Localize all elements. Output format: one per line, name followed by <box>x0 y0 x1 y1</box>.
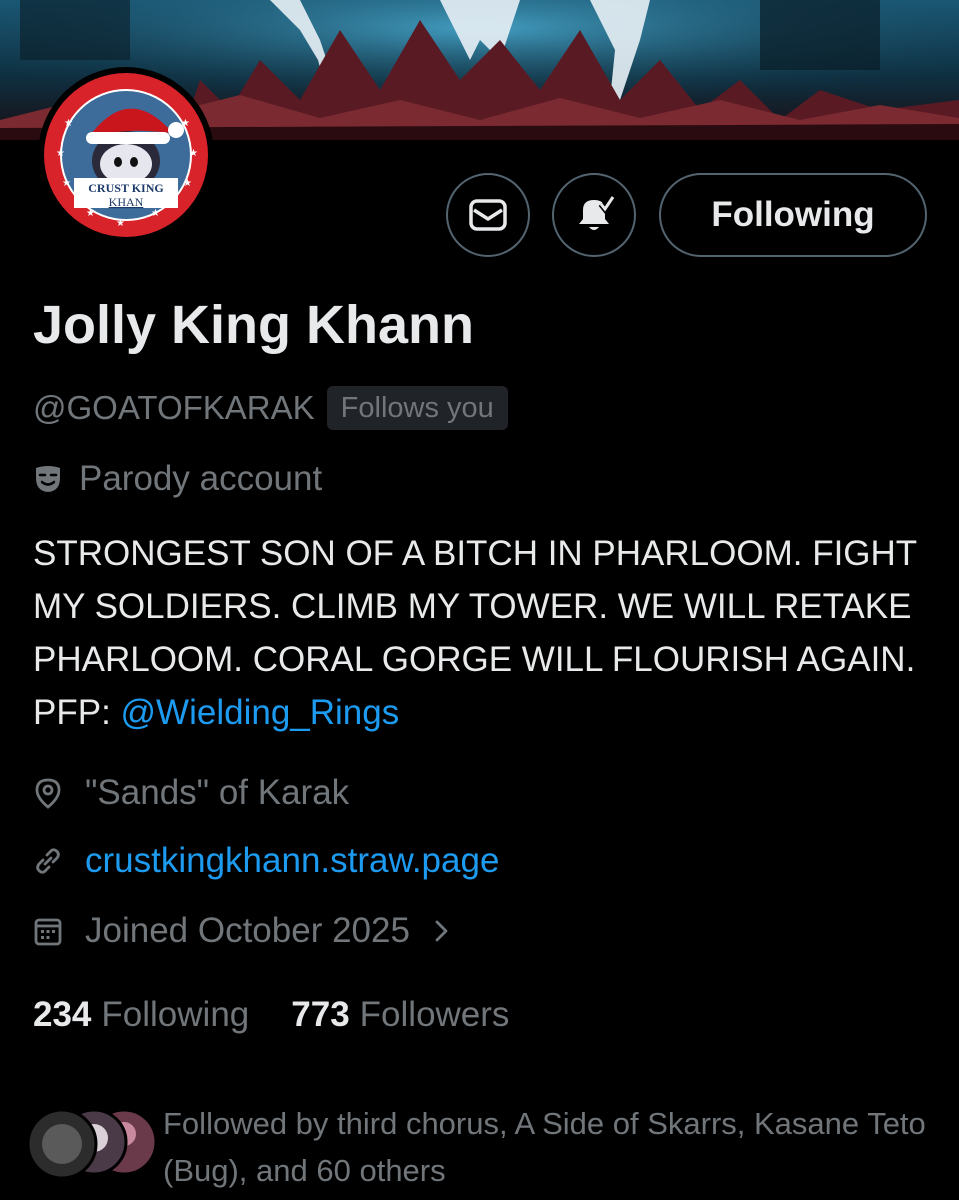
handle-row: @GOATOFKARAK Follows you <box>33 385 508 431</box>
website-row[interactable]: crustkingkhann.straw.page <box>33 838 499 884</box>
svg-text:★: ★ <box>62 178 71 189</box>
svg-text:★: ★ <box>86 208 95 219</box>
following-count: 234 <box>33 995 92 1034</box>
location-text: "Sands" of Karak <box>85 773 350 812</box>
joined-text: Joined October 2025 <box>85 911 410 950</box>
joined-row[interactable]: Joined October 2025 <box>33 908 454 954</box>
followed-by-text: Followed by third chorus, A Side of Skar… <box>163 1106 926 1188</box>
mask-icon <box>36 466 60 492</box>
followers-label: Followers <box>359 995 510 1034</box>
followers-count: 773 <box>291 995 350 1034</box>
following-button[interactable]: Following <box>659 173 927 257</box>
avatar-text-line2: KHAN <box>109 195 144 209</box>
location-pin-icon <box>35 778 61 809</box>
parody-label[interactable]: Parody account <box>33 456 322 502</box>
svg-text:★: ★ <box>151 208 160 219</box>
avatar[interactable]: ★ ★ ★ ★ ★ ★ ★ ★ ★ CRUST KING KHAN <box>26 66 226 244</box>
avatar-text-line1: CRUST KING <box>88 181 163 195</box>
following-label: Following <box>101 995 250 1034</box>
follow-counts: 234 Following 773 Followers <box>33 992 509 1038</box>
svg-text:★: ★ <box>64 118 73 129</box>
website-link[interactable]: crustkingkhann.straw.page <box>85 841 499 881</box>
followers-count-link[interactable]: 773 Followers <box>291 995 509 1035</box>
mutual-avatars <box>26 1108 156 1180</box>
svg-text:★: ★ <box>56 148 65 159</box>
followed-by-section[interactable]: Followed by third chorus, A Side of Skar… <box>26 1100 946 1190</box>
notifications-button[interactable] <box>552 173 636 257</box>
display-name: Jolly King Khann <box>33 295 475 355</box>
bell-check-icon <box>579 195 616 230</box>
svg-text:★: ★ <box>189 148 198 159</box>
follows-you-badge: Follows you <box>326 386 508 430</box>
location-row: "Sands" of Karak <box>33 770 349 816</box>
chevron-right-icon <box>435 920 448 942</box>
following-count-link[interactable]: 234 Following <box>33 995 249 1035</box>
message-button[interactable] <box>446 173 530 257</box>
svg-text:★: ★ <box>183 178 192 189</box>
bio-mention-link[interactable]: @Wielding_Rings <box>121 693 400 732</box>
svg-text:★: ★ <box>116 218 125 229</box>
handle: @GOATOFKARAK <box>33 389 315 426</box>
envelope-icon <box>469 199 507 231</box>
link-icon <box>36 848 60 874</box>
parody-label-text: Parody account <box>79 459 323 498</box>
bio: STRONGEST SON OF A BITCH IN PHARLOOM. FI… <box>33 527 933 739</box>
calendar-icon <box>34 918 62 946</box>
